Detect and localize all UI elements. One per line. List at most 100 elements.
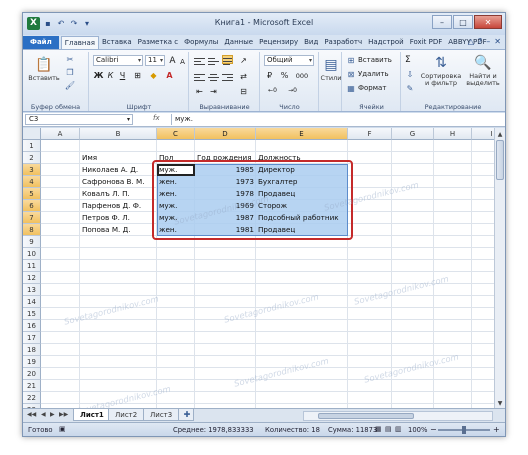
row-header-10[interactable]: 10	[23, 248, 41, 260]
name-box[interactable]: C3	[25, 114, 133, 125]
font-color-icon[interactable]: A	[164, 70, 175, 81]
select-all-corner[interactable]	[23, 128, 41, 140]
tab-insert[interactable]: Вставка	[99, 36, 135, 49]
sort-filter-button[interactable]: ⇅ Сортировка и фильтр	[420, 54, 462, 87]
insert-function-button[interactable]: fx	[153, 114, 160, 122]
page-break-view-icon[interactable]: ▥	[395, 425, 401, 433]
row-header-4[interactable]: 4	[23, 176, 41, 188]
tab-home[interactable]: Главная	[60, 36, 99, 49]
align-left-icon[interactable]	[194, 72, 205, 81]
wrap-text-icon[interactable]: ⇄	[238, 71, 249, 82]
insert-cells-button[interactable]: ⊞ Вставить	[346, 55, 392, 65]
row-header-6[interactable]: 6	[23, 200, 41, 212]
underline-button[interactable]: Ч	[117, 70, 128, 81]
table-cell[interactable]: Петров Ф. Л.	[80, 212, 157, 224]
worksheet-grid[interactable]: A B C D E F G H I 1 2 3 4 5 6 7 8 9 10 11 12 13 14 15 16 17 18 19 20…	[23, 128, 494, 422]
cut-button[interactable]: ✂	[65, 54, 75, 64]
help-icon[interactable]: ?	[478, 37, 482, 46]
macro-record-icon[interactable]: ▣	[59, 425, 65, 433]
row-header-13[interactable]: 13	[23, 284, 41, 296]
paste-button[interactable]: 📋 Вставить	[27, 56, 61, 82]
zoom-in-button[interactable]: +	[493, 425, 500, 434]
row-header-7[interactable]: 7	[23, 212, 41, 224]
tab-developer[interactable]: Разработч	[321, 36, 365, 49]
align-top-icon[interactable]	[194, 56, 205, 65]
next-sheet-icon[interactable]: ▶	[50, 411, 55, 418]
table-cell[interactable]: Сафронова В. М.	[80, 176, 157, 188]
column-header-e[interactable]: E	[256, 128, 348, 140]
page-layout-view-icon[interactable]: ▤	[385, 425, 391, 433]
zoom-slider-knob[interactable]	[462, 426, 466, 434]
tab-review[interactable]: Рецензиру	[256, 36, 301, 49]
row-header-2[interactable]: 2	[23, 152, 41, 164]
shrink-font-button[interactable]: A	[177, 56, 188, 67]
italic-button[interactable]: К	[105, 70, 116, 81]
tab-file[interactable]: Файл	[23, 36, 59, 49]
column-header-h[interactable]: H	[434, 128, 472, 140]
new-sheet-button[interactable]: ✚	[178, 409, 194, 421]
last-sheet-icon[interactable]: ▶▶	[59, 411, 68, 418]
first-sheet-icon[interactable]: ◀◀	[27, 411, 36, 418]
number-format-select[interactable]: Общий	[264, 55, 314, 66]
vertical-scrollbar[interactable]: ▲ ▼	[494, 128, 505, 422]
font-size-select[interactable]: 11	[145, 55, 165, 66]
row-header-14[interactable]: 14	[23, 296, 41, 308]
column-header-i[interactable]: I	[472, 128, 494, 140]
doc-close-icon[interactable]: ✕	[494, 37, 501, 46]
prev-sheet-icon[interactable]: ◀	[41, 411, 46, 418]
tab-formulas[interactable]: Формулы	[181, 36, 221, 49]
copy-button[interactable]: ❐	[65, 67, 75, 77]
row-header-22[interactable]: 22	[23, 392, 41, 404]
row-header-5[interactable]: 5	[23, 188, 41, 200]
clear-button[interactable]: ✎	[405, 83, 415, 93]
currency-icon[interactable]: ₽	[264, 70, 275, 81]
align-center-icon[interactable]	[208, 72, 219, 81]
table-cell[interactable]: Попова М. Д.	[80, 224, 157, 236]
horizontal-scrollbar[interactable]	[303, 411, 493, 421]
row-header-11[interactable]: 11	[23, 260, 41, 272]
tab-foxit-pdf[interactable]: Foxit PDF	[407, 36, 446, 49]
thousands-button[interactable]: 000	[293, 70, 311, 81]
column-header-a[interactable]: A	[41, 128, 80, 140]
table-header-cell[interactable]: Имя	[80, 152, 157, 164]
format-painter-button[interactable]: 🖌	[65, 80, 75, 90]
column-header-f[interactable]: F	[348, 128, 392, 140]
table-cell[interactable]: Ковалъ Л. П.	[80, 188, 157, 200]
tab-data[interactable]: Данные	[221, 36, 256, 49]
increase-indent-icon[interactable]: ⇥	[208, 86, 219, 97]
align-middle-icon[interactable]	[208, 56, 219, 65]
tab-view[interactable]: Вид	[301, 36, 321, 49]
orientation-icon[interactable]: ↗	[238, 55, 249, 66]
zoom-out-button[interactable]: −	[430, 425, 437, 434]
row-header-20[interactable]: 20	[23, 368, 41, 380]
column-header-c[interactable]: C	[157, 128, 195, 140]
percent-button[interactable]: %	[279, 70, 290, 81]
tab-page-layout[interactable]: Разметка с	[135, 36, 182, 49]
fill-button[interactable]: ⇩	[405, 69, 415, 79]
row-header-16[interactable]: 16	[23, 320, 41, 332]
row-header-9[interactable]: 9	[23, 236, 41, 248]
column-header-d[interactable]: D	[195, 128, 256, 140]
formula-input[interactable]: муж.	[171, 114, 501, 125]
normal-view-icon[interactable]: ▦	[375, 425, 381, 433]
row-header-8[interactable]: 8	[23, 224, 41, 236]
horizontal-scroll-thumb[interactable]	[318, 413, 414, 419]
format-cells-button[interactable]: ▦ Формат	[346, 83, 386, 93]
row-header-3[interactable]: 3	[23, 164, 41, 176]
row-header-18[interactable]: 18	[23, 344, 41, 356]
sheet-tab-3[interactable]: Лист3	[143, 409, 180, 421]
fill-color-icon[interactable]: ◆	[148, 70, 159, 81]
font-name-select[interactable]: Calibri	[93, 55, 143, 66]
styles-button[interactable]: ▤ Стили	[321, 56, 342, 82]
sheet-tab-1[interactable]: Лист1	[73, 409, 111, 421]
column-header-g[interactable]: G	[392, 128, 434, 140]
row-header-12[interactable]: 12	[23, 272, 41, 284]
borders-icon[interactable]: ⊞	[132, 70, 143, 81]
find-select-button[interactable]: 🔍 Найти и выделить	[464, 54, 502, 87]
table-cell[interactable]: Николаев А. Д.	[80, 164, 157, 176]
close-button[interactable]: ✕	[474, 15, 502, 29]
vertical-scroll-thumb[interactable]	[496, 140, 504, 180]
sheet-tab-2[interactable]: Лист2	[108, 409, 145, 421]
merge-cells-icon[interactable]: ⊟	[238, 86, 249, 97]
row-header-19[interactable]: 19	[23, 356, 41, 368]
